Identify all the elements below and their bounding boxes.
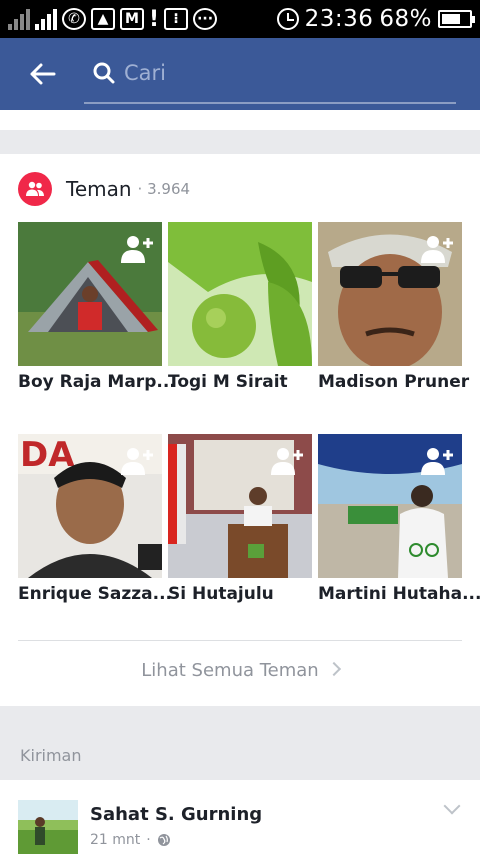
friend-tile[interactable]: Boy Raja Marp...: [18, 222, 176, 392]
chevron-right-icon: [326, 661, 341, 677]
bbm-icon: ⁝: [164, 8, 189, 30]
see-all-label: Lihat Semua Teman: [141, 660, 319, 681]
status-icons-right: 23:36 68%: [276, 6, 475, 32]
arrow-left-icon: [30, 63, 56, 85]
friend-tile[interactable]: Togi M Sirait: [168, 222, 312, 392]
add-friend-icon[interactable]: [120, 234, 154, 264]
search-input[interactable]: [124, 61, 456, 85]
friends-title: Teman: [66, 177, 132, 201]
friend-photo: [168, 222, 312, 366]
search-icon: [84, 62, 124, 84]
back-button[interactable]: [0, 38, 84, 110]
add-friend-icon[interactable]: [420, 446, 454, 476]
author-avatar[interactable]: [18, 800, 78, 854]
meta-separator: ·: [146, 832, 151, 848]
status-icons-left: ✆ ▲ M ! ⁝ ···: [8, 6, 218, 32]
globe-icon: [157, 834, 170, 846]
friend-photo: [318, 434, 462, 578]
post-time: 21 mnt: [90, 832, 141, 848]
friend-tile[interactable]: DA Enrique Sazza...: [18, 434, 172, 604]
signal-icon: [8, 8, 30, 30]
friend-name: Si Hutajulu: [168, 584, 274, 604]
add-friend-icon[interactable]: [270, 446, 304, 476]
friend-tile[interactable]: Madison Pruner: [318, 222, 470, 392]
profile-card-bottom: [0, 110, 480, 130]
gallery-icon: ▲: [91, 8, 115, 30]
top-app-bar: [0, 38, 480, 110]
friends-header[interactable]: Teman · 3.964: [0, 154, 480, 224]
friends-icon: [18, 172, 52, 206]
friend-name: Enrique Sazza...: [18, 584, 172, 604]
friend-tile[interactable]: Martini Hutaha...: [318, 434, 480, 604]
battery-percent: 68%: [379, 6, 432, 32]
alert-icon: !: [149, 6, 160, 32]
clock-time: 23:36: [304, 6, 374, 32]
friend-photo: [168, 434, 312, 578]
section-gap: [0, 130, 480, 154]
friend-photo: DA: [18, 434, 162, 578]
see-all-friends-link[interactable]: Lihat Semua Teman: [0, 660, 480, 681]
alarm-icon: [276, 8, 299, 30]
author-name[interactable]: Sahat S. Gurning: [90, 804, 262, 825]
friends-count: · 3.964: [137, 180, 191, 198]
posts-section-label: Kiriman: [20, 746, 82, 765]
friends-card: Teman · 3.964 Boy Raja Marp... Togi M Si…: [0, 154, 480, 706]
signal-strength-icon: [35, 8, 57, 30]
post-options-chevron-icon[interactable]: [443, 797, 461, 815]
search-bar[interactable]: [84, 44, 456, 104]
status-bar: ✆ ▲ M ! ⁝ ··· 23:36 68%: [0, 0, 480, 38]
chat-icon: ···: [193, 8, 218, 30]
gmail-icon: M: [120, 8, 144, 30]
friend-name: Boy Raja Marp...: [18, 372, 176, 392]
friend-name: Martini Hutaha...: [318, 584, 480, 604]
battery-icon: [438, 10, 475, 28]
post-card: Sahat S. Gurning 21 mnt ·: [0, 780, 480, 854]
whatsapp-icon: ✆: [62, 8, 86, 30]
friend-photo: [18, 222, 162, 366]
post-meta: 21 mnt ·: [90, 832, 171, 848]
divider: [18, 640, 462, 641]
add-friend-icon[interactable]: [420, 234, 454, 264]
friend-name: Togi M Sirait: [168, 372, 288, 392]
friend-name: Madison Pruner: [318, 372, 470, 392]
add-friend-icon[interactable]: [120, 446, 154, 476]
friend-tile[interactable]: Si Hutajulu: [168, 434, 312, 604]
friend-photo: [318, 222, 462, 366]
